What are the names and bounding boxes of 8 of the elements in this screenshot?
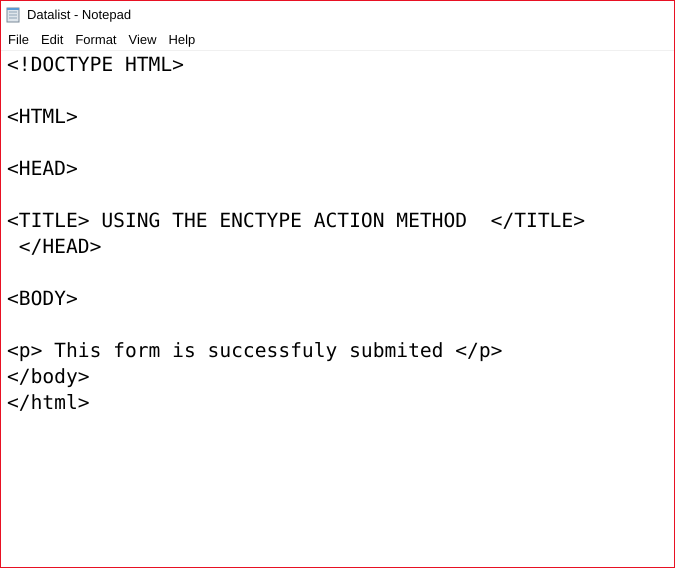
editor-text[interactable]: <!DOCTYPE HTML> <HTML> <HEAD> <TITLE> USING THE ENCTYPE ACTION METHOD </TITLE> </HEAD> <BODY> <p> This form is successfuly submited </p> </body> </html> [1, 51, 674, 416]
menu-item[interactable]: Format [69, 30, 123, 50]
menu-item[interactable]: Help [162, 30, 202, 50]
menu-item[interactable]: View [122, 30, 162, 50]
menu-item[interactable]: Edit [34, 30, 70, 50]
menu-item[interactable]: File [2, 30, 35, 50]
window-title: Datalist - Notepad [27, 6, 132, 24]
notepad-icon [5, 7, 21, 23]
